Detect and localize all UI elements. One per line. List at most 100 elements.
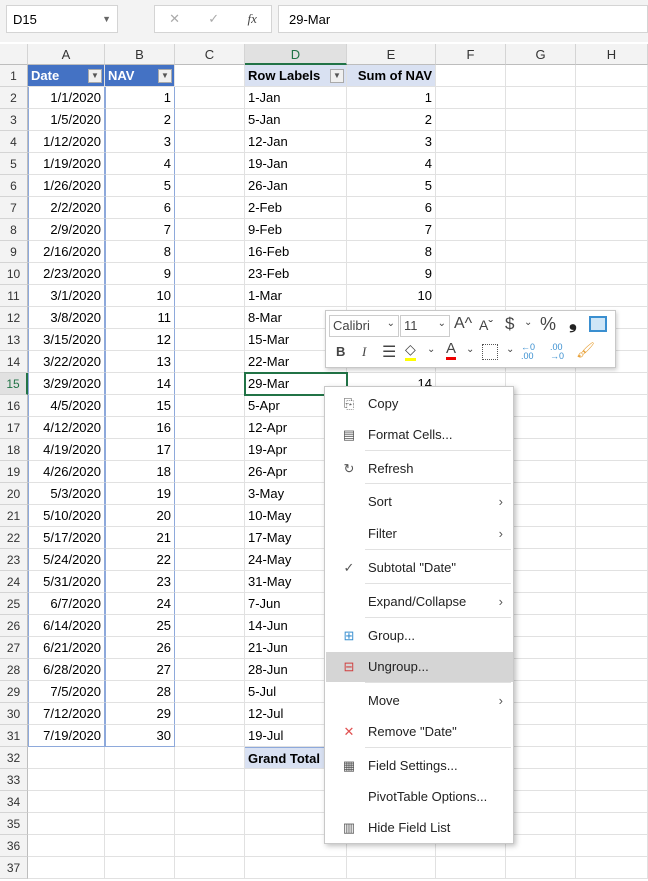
cell[interactable] xyxy=(175,351,245,373)
cell[interactable]: 13 xyxy=(105,351,175,373)
cell[interactable]: 6/21/2020 xyxy=(28,637,105,659)
menu-item-subtotal-date[interactable]: ✓ Subtotal "Date" xyxy=(326,553,513,583)
cell[interactable] xyxy=(576,593,648,615)
cell[interactable]: 10 xyxy=(105,285,175,307)
cell[interactable] xyxy=(576,395,648,417)
row-header[interactable]: 22 xyxy=(0,527,28,549)
cell[interactable] xyxy=(175,219,245,241)
menu-item-move[interactable]: Move › xyxy=(326,686,513,716)
cell[interactable] xyxy=(506,505,576,527)
cell[interactable]: 12 xyxy=(105,329,175,351)
cell[interactable]: 6/7/2020 xyxy=(28,593,105,615)
cell[interactable] xyxy=(175,395,245,417)
cell[interactable]: 4/5/2020 xyxy=(28,395,105,417)
cell[interactable]: 5 xyxy=(347,175,436,197)
menu-item-group[interactable]: ⊞ Group... xyxy=(326,621,513,651)
row-labels-filter-icon[interactable]: ▼ xyxy=(330,69,344,83)
row-header[interactable]: 29 xyxy=(0,681,28,703)
cell[interactable] xyxy=(175,769,245,791)
cell[interactable] xyxy=(436,241,506,263)
row-header[interactable]: 15 xyxy=(0,373,28,395)
cell[interactable] xyxy=(506,461,576,483)
cell[interactable] xyxy=(436,219,506,241)
cell[interactable] xyxy=(576,175,648,197)
cell[interactable] xyxy=(576,747,648,769)
cell[interactable] xyxy=(105,813,175,835)
cell[interactable]: 4 xyxy=(347,153,436,175)
row-header[interactable]: 3 xyxy=(0,109,28,131)
cell[interactable] xyxy=(576,835,648,857)
filter-dropdown-icon[interactable]: ▼ xyxy=(158,69,172,83)
cell[interactable] xyxy=(175,329,245,351)
cell[interactable] xyxy=(576,373,648,395)
menu-item-ungroup[interactable]: ⊟ Ungroup... xyxy=(326,652,513,682)
font-name-dropdown[interactable]: Calibri ⌄ xyxy=(329,315,399,337)
increase-decimal-icon[interactable]: ←0.00 xyxy=(521,343,535,361)
cell[interactable] xyxy=(175,505,245,527)
menu-item-refresh[interactable]: ↻ Refresh xyxy=(326,454,513,484)
cell[interactable]: 3 xyxy=(105,131,175,153)
cell[interactable]: 3/15/2020 xyxy=(28,329,105,351)
cell[interactable]: 12-Jan xyxy=(245,131,347,153)
cell[interactable]: 8 xyxy=(105,241,175,263)
cell[interactable]: 7 xyxy=(105,219,175,241)
row-header[interactable]: 7 xyxy=(0,197,28,219)
cell[interactable] xyxy=(576,571,648,593)
filter-dropdown-icon[interactable]: ▼ xyxy=(88,69,102,83)
cell[interactable] xyxy=(105,857,175,879)
cell[interactable] xyxy=(576,197,648,219)
cell[interactable] xyxy=(576,527,648,549)
cell[interactable] xyxy=(576,153,648,175)
cell[interactable]: 2-Feb xyxy=(245,197,347,219)
cell[interactable] xyxy=(506,263,576,285)
shrink-font-icon[interactable]: Aˇ xyxy=(479,317,493,333)
row-header[interactable]: 20 xyxy=(0,483,28,505)
cell[interactable] xyxy=(175,527,245,549)
cell[interactable] xyxy=(506,483,576,505)
cell[interactable]: 3/29/2020 xyxy=(28,373,105,395)
row-header[interactable]: 1 xyxy=(0,65,28,87)
cell[interactable] xyxy=(28,747,105,769)
cell[interactable]: 3/8/2020 xyxy=(28,307,105,329)
fx-icon[interactable]: fx xyxy=(247,11,256,27)
row-header[interactable]: 37 xyxy=(0,857,28,879)
cell[interactable] xyxy=(28,835,105,857)
cell[interactable] xyxy=(175,417,245,439)
cell[interactable] xyxy=(506,571,576,593)
row-header[interactable]: 13 xyxy=(0,329,28,351)
cell[interactable] xyxy=(576,109,648,131)
cell[interactable] xyxy=(506,219,576,241)
row-header[interactable]: 33 xyxy=(0,769,28,791)
cell[interactable] xyxy=(436,131,506,153)
cell[interactable] xyxy=(175,197,245,219)
cell[interactable] xyxy=(245,857,347,879)
column-header-C[interactable]: C xyxy=(175,44,245,65)
cell[interactable] xyxy=(506,857,576,879)
cell[interactable] xyxy=(506,87,576,109)
row-header[interactable]: 14 xyxy=(0,351,28,373)
cell[interactable]: 5-Jan xyxy=(245,109,347,131)
cell[interactable]: 29 xyxy=(105,703,175,725)
table-header-date[interactable]: Date ▼ xyxy=(28,65,105,87)
cell[interactable]: 1/19/2020 xyxy=(28,153,105,175)
cancel-icon[interactable]: ✕ xyxy=(169,11,180,27)
cell[interactable]: 2/2/2020 xyxy=(28,197,105,219)
cell[interactable] xyxy=(175,87,245,109)
pivot-header[interactable]: Row Labels ▼ xyxy=(245,65,347,87)
cell[interactable]: 5/3/2020 xyxy=(28,483,105,505)
cell[interactable]: 10 xyxy=(347,285,436,307)
row-header[interactable]: 9 xyxy=(0,241,28,263)
enter-icon[interactable]: ✓ xyxy=(208,11,219,27)
cell[interactable]: 15 xyxy=(105,395,175,417)
cell[interactable] xyxy=(576,549,648,571)
table-header-nav[interactable]: NAV ▼ xyxy=(105,65,175,87)
cell[interactable] xyxy=(576,615,648,637)
cell[interactable]: 17 xyxy=(105,439,175,461)
cell[interactable] xyxy=(506,791,576,813)
column-header-E[interactable]: E xyxy=(347,44,436,65)
menu-item-filter[interactable]: Filter › xyxy=(326,519,513,549)
chevron-down-icon[interactable]: ▼ xyxy=(102,14,111,24)
cell[interactable] xyxy=(347,857,436,879)
cell[interactable] xyxy=(175,681,245,703)
format-painter-icon[interactable]: 🖌 xyxy=(576,341,595,359)
